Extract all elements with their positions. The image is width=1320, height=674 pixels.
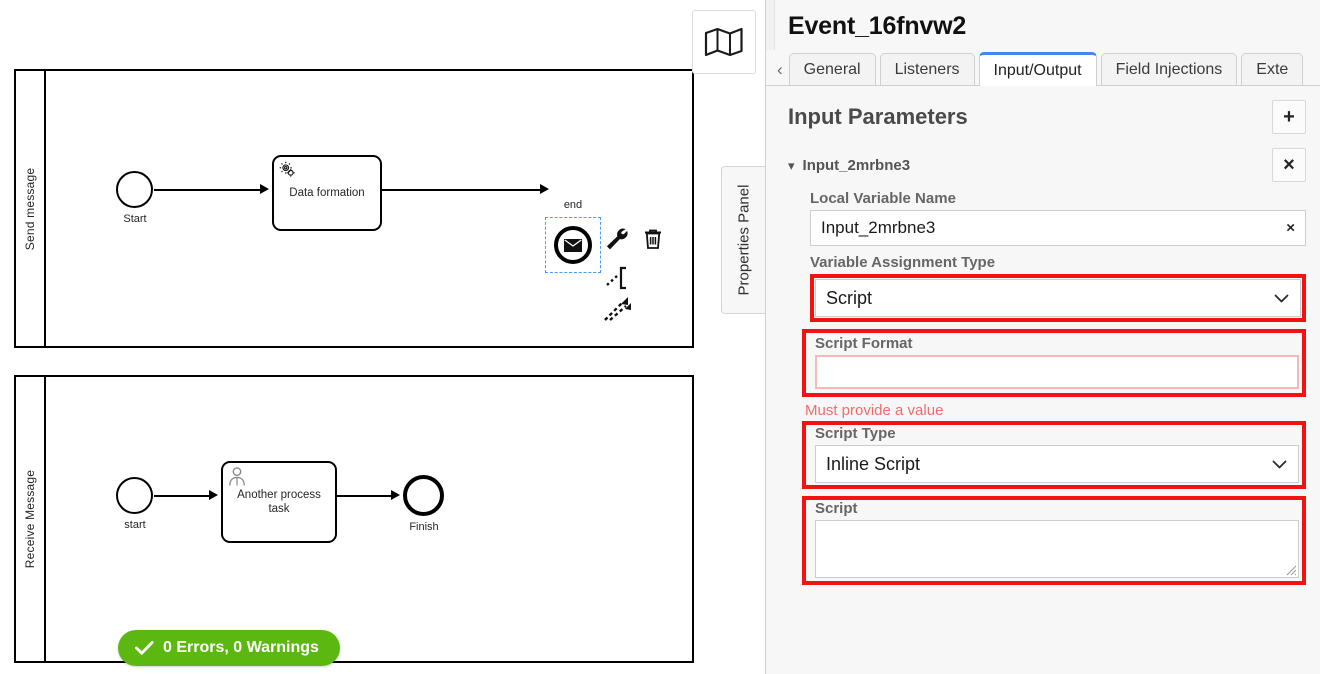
input-parameters-section-header: Input Parameters +: [788, 86, 1306, 140]
tab-bar: ‹ General Listeners Input/Output Field I…: [766, 50, 1320, 86]
highlight-box-script: Script: [802, 496, 1306, 585]
chevron-down-icon: [1274, 288, 1289, 309]
field-script-format: Script Format Must provide a value: [788, 322, 1306, 419]
task-label: Another process task: [237, 489, 321, 515]
field-script: Script: [788, 489, 1306, 585]
field-label: Variable Assignment Type: [810, 254, 996, 271]
flow-arrowhead: [540, 184, 549, 194]
script-textarea[interactable]: [815, 520, 1299, 578]
end-event-label: end: [563, 199, 583, 211]
field-label: Local Variable Name: [810, 190, 956, 207]
local-variable-name-value: Input_2mrbne3: [821, 218, 936, 237]
wrench-icon[interactable]: [604, 226, 630, 257]
chevron-left-icon[interactable]: ‹: [771, 61, 789, 85]
pool-body: Start Data formation end: [46, 71, 692, 346]
message-end-event[interactable]: [554, 226, 592, 264]
flow-arrowhead: [260, 184, 269, 194]
add-parameter-button[interactable]: +: [1272, 100, 1306, 134]
pool-header: Receive Message: [16, 377, 46, 661]
flow-arrowhead: [209, 490, 218, 500]
pool-body: start Another process task Finish: [46, 377, 692, 661]
script-format-error: Must provide a value: [805, 402, 944, 419]
field-label: Script Type: [815, 425, 896, 442]
script-type-select[interactable]: Inline Script: [815, 445, 1299, 483]
highlight-box-script-type: Script Type Inline Script: [802, 421, 1306, 489]
pool-send-message[interactable]: Send message Start Data formation end: [14, 69, 694, 348]
start-event-label: start: [124, 519, 146, 531]
remove-parameter-button[interactable]: ×: [1272, 148, 1306, 182]
check-icon: [135, 641, 154, 655]
field-script-type: Script Type Inline Script: [788, 419, 1306, 489]
connect-icon[interactable]: [602, 293, 634, 330]
status-badge-text: 0 Errors, 0 Warnings: [163, 639, 319, 656]
parameter-entry-header[interactable]: ▾ Input_2mrbne3 ×: [788, 140, 1306, 186]
sequence-flow[interactable]: [382, 189, 542, 191]
highlight-box-variable-assignment-type: Script: [810, 274, 1306, 322]
start-event[interactable]: [116, 477, 153, 514]
bpmn-canvas[interactable]: Send message Start Data formation end Re…: [0, 0, 766, 674]
tab-field-injections[interactable]: Field Injections: [1100, 53, 1238, 85]
minimap-toggle-button[interactable]: [692, 10, 756, 74]
chevron-down-icon[interactable]: ▾: [788, 159, 795, 172]
flow-arrowhead: [391, 490, 400, 500]
gear-icon: [278, 160, 298, 185]
tab-general[interactable]: General: [788, 53, 876, 85]
end-event[interactable]: [403, 475, 444, 516]
field-label: Script Format: [815, 335, 913, 352]
start-event[interactable]: [116, 171, 153, 208]
sequence-flow[interactable]: [154, 189, 262, 191]
parameter-entry-name: Input_2mrbne3: [802, 156, 911, 174]
field-local-variable-name: Local Variable Name Input_2mrbne3 ×: [788, 186, 1306, 246]
user-task-another-process-task[interactable]: Another process task: [221, 461, 337, 543]
script-type-value: Inline Script: [826, 453, 921, 474]
sequence-flow[interactable]: [337, 495, 393, 497]
start-event-label: Start: [123, 213, 147, 225]
pool-title: Receive Message: [23, 469, 37, 569]
pool-receive-message[interactable]: Receive Message start Another process ta…: [14, 375, 694, 663]
page-title: Event_16fnvw2: [788, 12, 967, 40]
chevron-down-icon: [1272, 454, 1287, 475]
tab-extensions[interactable]: Exte: [1241, 53, 1304, 85]
highlight-box-script-format: Script Format: [802, 329, 1306, 397]
field-label: Script: [815, 500, 858, 517]
panel-content: Input Parameters + ▾ Input_2mrbne3 × Loc…: [766, 86, 1320, 674]
sequence-flow[interactable]: [154, 495, 211, 497]
tab-listeners[interactable]: Listeners: [879, 53, 975, 85]
script-format-input[interactable]: [815, 355, 1299, 389]
map-icon: [704, 27, 743, 57]
service-task-data-formation[interactable]: Data formation: [272, 155, 382, 231]
properties-panel: Event_16fnvw2 ‹ General Listeners Input/…: [766, 0, 1320, 674]
properties-panel-handle[interactable]: Properties Panel: [721, 166, 765, 314]
variable-assignment-type-select[interactable]: Script: [815, 279, 1301, 317]
pool-title: Send message: [23, 167, 37, 250]
clear-icon[interactable]: ×: [1286, 220, 1295, 237]
end-event-label: Finish: [409, 521, 439, 533]
user-icon: [227, 466, 247, 492]
pool-header: Send message: [16, 71, 46, 346]
task-label: Data formation: [289, 187, 365, 199]
resize-handle-icon[interactable]: [1284, 563, 1297, 576]
field-variable-assignment-type: Variable Assignment Type Script: [788, 246, 1306, 322]
trash-icon[interactable]: [640, 226, 666, 257]
properties-panel-handle-label: Properties Panel: [735, 184, 752, 296]
tab-input-output[interactable]: Input/Output: [978, 52, 1097, 86]
status-badge: 0 Errors, 0 Warnings: [118, 630, 340, 666]
local-variable-name-input[interactable]: Input_2mrbne3 ×: [810, 210, 1306, 246]
section-title: Input Parameters: [788, 104, 968, 129]
envelope-icon: [564, 238, 582, 252]
variable-assignment-type-value: Script: [826, 287, 873, 308]
